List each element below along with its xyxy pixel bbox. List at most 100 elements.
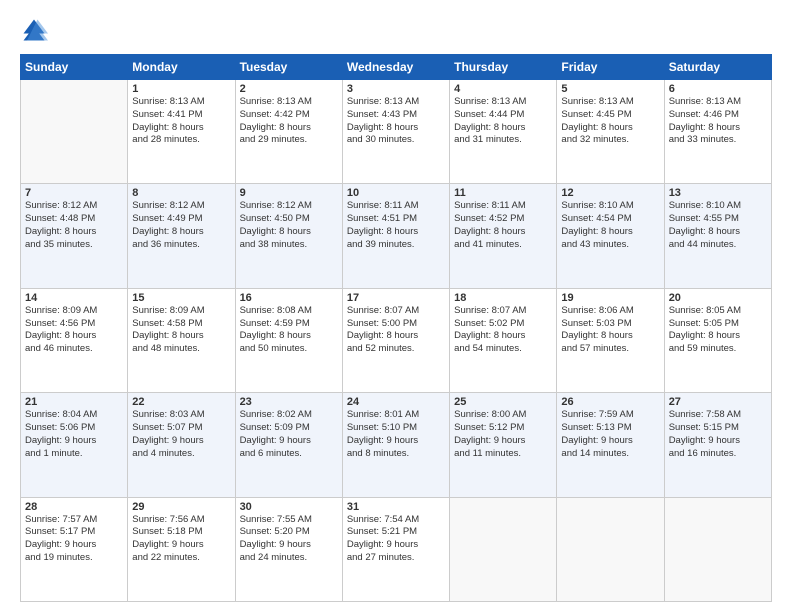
day-number: 22 bbox=[132, 396, 230, 408]
calendar-cell bbox=[664, 497, 771, 601]
daylight-label: Daylight: 8 hours bbox=[240, 122, 338, 135]
sunrise-line: Sunrise: 8:11 AM bbox=[454, 200, 552, 213]
daylight-line2: and 52 minutes. bbox=[347, 343, 445, 356]
calendar-cell bbox=[557, 497, 664, 601]
daylight-line2: and 54 minutes. bbox=[454, 343, 552, 356]
calendar-cell: 10Sunrise: 8:11 AMSunset: 4:51 PMDayligh… bbox=[342, 184, 449, 288]
daylight-label: Daylight: 9 hours bbox=[25, 539, 123, 552]
calendar-cell: 2Sunrise: 8:13 AMSunset: 4:42 PMDaylight… bbox=[235, 80, 342, 184]
calendar-cell: 31Sunrise: 7:54 AMSunset: 5:21 PMDayligh… bbox=[342, 497, 449, 601]
daylight-line2: and 19 minutes. bbox=[25, 552, 123, 565]
daylight-line2: and 39 minutes. bbox=[347, 239, 445, 252]
day-number: 7 bbox=[25, 187, 123, 199]
daylight-line2: and 30 minutes. bbox=[347, 134, 445, 147]
sunrise-line: Sunrise: 8:13 AM bbox=[669, 96, 767, 109]
sunset-line: Sunset: 4:59 PM bbox=[240, 318, 338, 331]
sunrise-line: Sunrise: 8:02 AM bbox=[240, 409, 338, 422]
sunset-line: Sunset: 5:06 PM bbox=[25, 422, 123, 435]
weekday-header-thursday: Thursday bbox=[450, 55, 557, 80]
day-number: 1 bbox=[132, 83, 230, 95]
sunset-line: Sunset: 5:00 PM bbox=[347, 318, 445, 331]
daylight-label: Daylight: 9 hours bbox=[347, 435, 445, 448]
week-row-4: 21Sunrise: 8:04 AMSunset: 5:06 PMDayligh… bbox=[21, 393, 772, 497]
daylight-line2: and 48 minutes. bbox=[132, 343, 230, 356]
day-number: 31 bbox=[347, 501, 445, 513]
daylight-line2: and 22 minutes. bbox=[132, 552, 230, 565]
daylight-line2: and 27 minutes. bbox=[347, 552, 445, 565]
sunset-line: Sunset: 4:51 PM bbox=[347, 213, 445, 226]
day-number: 3 bbox=[347, 83, 445, 95]
daylight-line2: and 35 minutes. bbox=[25, 239, 123, 252]
daylight-line2: and 28 minutes. bbox=[132, 134, 230, 147]
header bbox=[20, 16, 772, 44]
sunrise-line: Sunrise: 8:01 AM bbox=[347, 409, 445, 422]
sunset-line: Sunset: 5:15 PM bbox=[669, 422, 767, 435]
calendar-cell: 29Sunrise: 7:56 AMSunset: 5:18 PMDayligh… bbox=[128, 497, 235, 601]
week-row-2: 7Sunrise: 8:12 AMSunset: 4:48 PMDaylight… bbox=[21, 184, 772, 288]
calendar-cell: 12Sunrise: 8:10 AMSunset: 4:54 PMDayligh… bbox=[557, 184, 664, 288]
week-row-1: 1 Sunrise: 8:13 AM Sunset: 4:41 PM Daylight… bbox=[21, 80, 772, 184]
weekday-header-monday: Monday bbox=[128, 55, 235, 80]
calendar-cell: 19Sunrise: 8:06 AMSunset: 5:03 PMDayligh… bbox=[557, 288, 664, 392]
day-number: 27 bbox=[669, 396, 767, 408]
calendar-cell: 27Sunrise: 7:58 AMSunset: 5:15 PMDayligh… bbox=[664, 393, 771, 497]
calendar-table: SundayMondayTuesdayWednesdayThursdayFrid… bbox=[20, 54, 772, 602]
daylight-label: Daylight: 9 hours bbox=[561, 435, 659, 448]
sunrise-line: Sunrise: 8:09 AM bbox=[25, 305, 123, 318]
day-number: 5 bbox=[561, 83, 659, 95]
sunset-line: Sunset: 4:42 PM bbox=[240, 109, 338, 122]
sunset-line: Sunset: 4:56 PM bbox=[25, 318, 123, 331]
day-number: 25 bbox=[454, 396, 552, 408]
sunset-line: Sunset: 4:58 PM bbox=[132, 318, 230, 331]
sunset-line: Sunset: 5:21 PM bbox=[347, 526, 445, 539]
calendar-cell: 3Sunrise: 8:13 AMSunset: 4:43 PMDaylight… bbox=[342, 80, 449, 184]
daylight-label: Daylight: 8 hours bbox=[669, 330, 767, 343]
day-number: 28 bbox=[25, 501, 123, 513]
sunrise-line: Sunrise: 8:13 AM bbox=[347, 96, 445, 109]
day-number: 13 bbox=[669, 187, 767, 199]
calendar-cell: 22Sunrise: 8:03 AMSunset: 5:07 PMDayligh… bbox=[128, 393, 235, 497]
sunset-line: Sunset: 4:41 PM bbox=[132, 109, 230, 122]
daylight-line2: and 33 minutes. bbox=[669, 134, 767, 147]
daylight-label: Daylight: 9 hours bbox=[132, 539, 230, 552]
sunset-line: Sunset: 4:48 PM bbox=[25, 213, 123, 226]
daylight-line2: and 57 minutes. bbox=[561, 343, 659, 356]
daylight-label: Daylight: 9 hours bbox=[669, 435, 767, 448]
weekday-header-tuesday: Tuesday bbox=[235, 55, 342, 80]
day-number: 16 bbox=[240, 292, 338, 304]
week-row-5: 28Sunrise: 7:57 AMSunset: 5:17 PMDayligh… bbox=[21, 497, 772, 601]
sunrise-line: Sunrise: 8:07 AM bbox=[454, 305, 552, 318]
day-number: 14 bbox=[25, 292, 123, 304]
day-number: 30 bbox=[240, 501, 338, 513]
calendar-cell: 16Sunrise: 8:08 AMSunset: 4:59 PMDayligh… bbox=[235, 288, 342, 392]
calendar-cell: 11Sunrise: 8:11 AMSunset: 4:52 PMDayligh… bbox=[450, 184, 557, 288]
daylight-line2: and 4 minutes. bbox=[132, 448, 230, 461]
daylight-label: Daylight: 8 hours bbox=[454, 226, 552, 239]
day-number: 19 bbox=[561, 292, 659, 304]
calendar-cell: 30Sunrise: 7:55 AMSunset: 5:20 PMDayligh… bbox=[235, 497, 342, 601]
daylight-label: Daylight: 9 hours bbox=[240, 435, 338, 448]
daylight-label: Daylight: 8 hours bbox=[347, 122, 445, 135]
sunrise-line: Sunrise: 8:13 AM bbox=[454, 96, 552, 109]
daylight-line2: and 43 minutes. bbox=[561, 239, 659, 252]
sunset-line: Sunset: 4:46 PM bbox=[669, 109, 767, 122]
daylight-label: Daylight: 8 hours bbox=[669, 226, 767, 239]
calendar-cell: 4Sunrise: 8:13 AMSunset: 4:44 PMDaylight… bbox=[450, 80, 557, 184]
day-number: 26 bbox=[561, 396, 659, 408]
daylight-line2: and 46 minutes. bbox=[25, 343, 123, 356]
sunset-line: Sunset: 4:54 PM bbox=[561, 213, 659, 226]
daylight-label: Daylight: 8 hours bbox=[561, 122, 659, 135]
sunrise-line: Sunrise: 7:55 AM bbox=[240, 514, 338, 527]
sunset-line: Sunset: 5:03 PM bbox=[561, 318, 659, 331]
day-number: 9 bbox=[240, 187, 338, 199]
day-number: 15 bbox=[132, 292, 230, 304]
daylight-label: Daylight: 8 hours bbox=[669, 122, 767, 135]
sunrise-line: Sunrise: 8:07 AM bbox=[347, 305, 445, 318]
sunset-line: Sunset: 5:10 PM bbox=[347, 422, 445, 435]
daylight-line2: and 16 minutes. bbox=[669, 448, 767, 461]
day-number: 29 bbox=[132, 501, 230, 513]
daylight-line2: and 31 minutes. bbox=[454, 134, 552, 147]
calendar-cell: 5Sunrise: 8:13 AMSunset: 4:45 PMDaylight… bbox=[557, 80, 664, 184]
daylight-line2: and 1 minute. bbox=[25, 448, 123, 461]
weekday-header-wednesday: Wednesday bbox=[342, 55, 449, 80]
